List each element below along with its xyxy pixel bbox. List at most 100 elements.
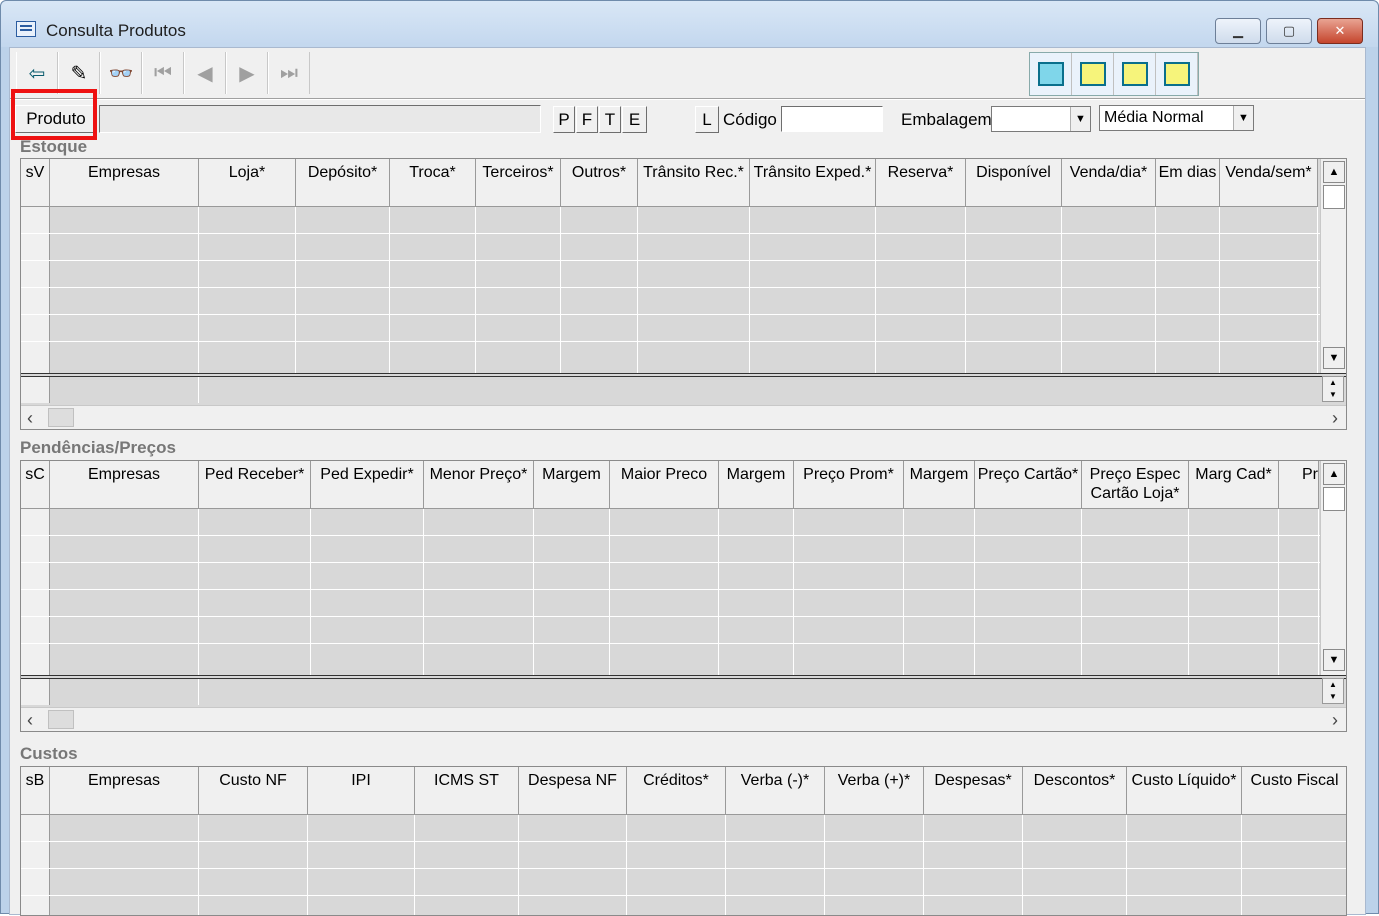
- column-header[interactable]: Ped Receber*: [199, 461, 311, 508]
- chevron-down-icon[interactable]: ▼: [1070, 107, 1090, 131]
- prev-icon[interactable]: ◀: [184, 52, 226, 94]
- last-icon[interactable]: ⏭: [268, 52, 310, 94]
- close-button[interactable]: ✕: [1317, 18, 1363, 44]
- client-area: ⇦ ✎ 👓 ⏮ ◀ ▶ ⏭ Produto P F T E L Código E…: [9, 47, 1366, 916]
- column-header[interactable]: ICMS ST: [415, 767, 519, 814]
- codigo-input[interactable]: [781, 106, 883, 132]
- first-icon[interactable]: ⏮: [142, 52, 184, 94]
- column-header[interactable]: Créditos*: [627, 767, 726, 814]
- column-header[interactable]: Reserva*: [876, 159, 966, 206]
- produto-field[interactable]: [99, 105, 541, 133]
- column-header[interactable]: sC: [21, 461, 50, 508]
- spin-icon[interactable]: ▲ ▼: [1322, 376, 1344, 402]
- scroll-left-icon[interactable]: ‹: [27, 710, 33, 731]
- view-toolbar: [1029, 52, 1199, 96]
- flag-f-button[interactable]: F: [576, 106, 598, 133]
- column-header[interactable]: Venda/sem*: [1220, 159, 1318, 206]
- pendencias-header: sC Empresas Ped Receber* Ped Expedir* Me…: [21, 461, 1319, 509]
- column-header[interactable]: Preço Prom*: [794, 461, 904, 508]
- flag-p-button[interactable]: P: [553, 106, 575, 133]
- column-header[interactable]: Pr: [1279, 461, 1319, 508]
- scroll-thumb[interactable]: [48, 710, 74, 729]
- column-header[interactable]: Trânsito Rec.*: [638, 159, 750, 206]
- column-header[interactable]: Menor Preço*: [424, 461, 534, 508]
- column-header[interactable]: Trânsito Exped.*: [750, 159, 876, 206]
- column-header[interactable]: Em dias: [1156, 159, 1220, 206]
- column-header[interactable]: Marg Cad*: [1189, 461, 1279, 508]
- toolbar-divider: [10, 98, 1365, 100]
- view-1-icon[interactable]: [1072, 53, 1114, 95]
- column-header[interactable]: Margem: [534, 461, 610, 508]
- pendencias-body[interactable]: [21, 509, 1319, 675]
- estoque-vscroll[interactable]: ▲ ▼: [1320, 159, 1346, 373]
- column-header[interactable]: Depósito*: [296, 159, 390, 206]
- column-header[interactable]: Despesas*: [924, 767, 1023, 814]
- maximize-button[interactable]: ▢: [1266, 18, 1312, 44]
- scroll-up-icon[interactable]: ▲: [1323, 463, 1345, 485]
- estoque-hscroll[interactable]: ‹ ›: [21, 405, 1346, 429]
- column-header[interactable]: Empresas: [50, 767, 199, 814]
- custos-body[interactable]: [21, 815, 1346, 915]
- column-header[interactable]: Empresas: [50, 461, 199, 508]
- minimize-button[interactable]: ▁: [1215, 18, 1261, 44]
- scroll-down-icon[interactable]: ▼: [1323, 347, 1345, 369]
- scroll-up-icon[interactable]: ▲: [1323, 161, 1345, 183]
- app-window: Consulta Produtos ▁ ▢ ✕ ⇦ ✎ 👓 ⏮ ◀ ▶ ⏭ Pr…: [0, 0, 1379, 916]
- l-button[interactable]: L: [695, 106, 719, 133]
- scroll-left-icon[interactable]: ‹: [27, 408, 33, 429]
- binoculars-icon[interactable]: 👓: [100, 52, 142, 94]
- scroll-thumb[interactable]: [1323, 487, 1345, 511]
- column-header[interactable]: Terceiros*: [476, 159, 561, 206]
- column-header[interactable]: Margem: [904, 461, 975, 508]
- column-header[interactable]: Maior Preco: [610, 461, 719, 508]
- view-2-icon[interactable]: [1114, 53, 1156, 95]
- media-select[interactable]: Média Normal ▼: [1099, 105, 1254, 131]
- estoque-title: Estoque: [20, 137, 88, 156]
- custos-grid: sB Empresas Custo NF IPI ICMS ST Despesa…: [20, 766, 1347, 916]
- scroll-thumb[interactable]: [1323, 185, 1345, 209]
- eraser-icon[interactable]: ✎: [58, 52, 100, 94]
- next-icon[interactable]: ▶: [226, 52, 268, 94]
- column-header[interactable]: Custo NF: [199, 767, 308, 814]
- pendencias-title: Pendências/Preços: [20, 438, 176, 457]
- pendencias-vscroll[interactable]: ▲ ▼: [1320, 461, 1346, 675]
- scroll-down-icon[interactable]: ▼: [1323, 649, 1345, 671]
- title-bar[interactable]: Consulta Produtos ▁ ▢ ✕: [1, 1, 1378, 47]
- column-header[interactable]: Despesa NF: [519, 767, 627, 814]
- view-3-icon[interactable]: [1156, 53, 1198, 95]
- column-header[interactable]: sV: [21, 159, 50, 206]
- column-header[interactable]: Verba (+)*: [825, 767, 924, 814]
- column-header[interactable]: Descontos*: [1023, 767, 1127, 814]
- column-header[interactable]: Troca*: [390, 159, 476, 206]
- column-header[interactable]: Loja*: [199, 159, 296, 206]
- column-header[interactable]: Venda/dia*: [1062, 159, 1156, 206]
- column-header[interactable]: Outros*: [561, 159, 638, 206]
- estoque-body[interactable]: [21, 207, 1318, 373]
- scroll-thumb[interactable]: [48, 408, 74, 427]
- codigo-label: Código: [723, 110, 777, 129]
- embalagem-label: Embalagem: [901, 110, 992, 129]
- column-header[interactable]: Custo Fiscal: [1242, 767, 1346, 814]
- scroll-right-icon[interactable]: ›: [1332, 408, 1338, 429]
- chevron-down-icon[interactable]: ▼: [1233, 106, 1253, 130]
- exit-icon[interactable]: ⇦: [16, 52, 58, 94]
- column-header[interactable]: Disponível: [966, 159, 1062, 206]
- flag-e-button[interactable]: E: [622, 106, 647, 133]
- column-header[interactable]: Preço Espec Cartão Loja*: [1082, 461, 1189, 508]
- scroll-right-icon[interactable]: ›: [1332, 710, 1338, 731]
- column-header[interactable]: Verba (-)*: [726, 767, 825, 814]
- flag-t-button[interactable]: T: [599, 106, 621, 133]
- spin-icon[interactable]: ▲ ▼: [1322, 678, 1344, 704]
- estoque-header: sV Empresas Loja* Depósito* Troca* Terce…: [21, 159, 1318, 207]
- column-header[interactable]: Ped Expedir*: [311, 461, 424, 508]
- column-header[interactable]: Preço Cartão*: [975, 461, 1082, 508]
- column-header[interactable]: Empresas: [50, 159, 199, 206]
- column-header[interactable]: Custo Líquido*: [1127, 767, 1242, 814]
- grid-view-icon[interactable]: [1030, 53, 1072, 95]
- column-header[interactable]: Margem: [719, 461, 794, 508]
- pendencias-hscroll[interactable]: ‹ ›: [21, 707, 1346, 731]
- highlight-box: [11, 89, 97, 140]
- column-header[interactable]: IPI: [308, 767, 415, 814]
- column-header[interactable]: sB: [21, 767, 50, 814]
- embalagem-select[interactable]: ▼: [991, 106, 1091, 132]
